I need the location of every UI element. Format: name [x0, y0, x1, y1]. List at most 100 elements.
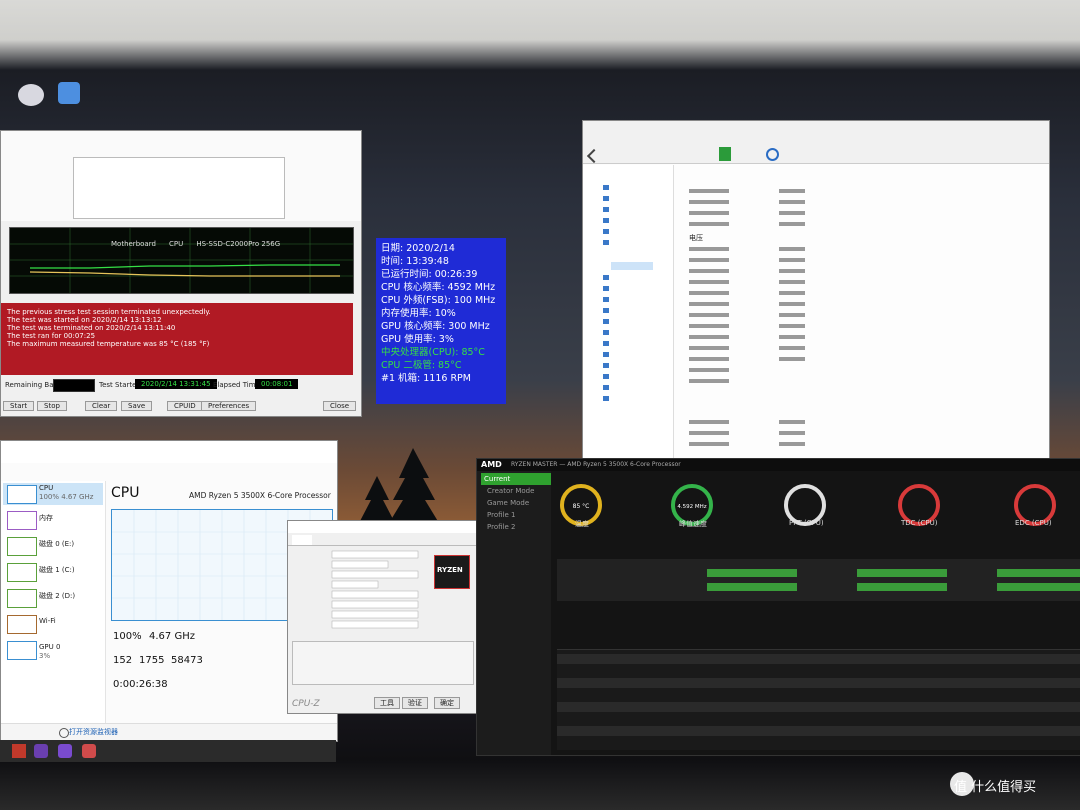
rm-menu-game[interactable]: Game Mode	[487, 499, 529, 507]
ryzen-master-window: AMD RYZEN MASTER — AMD Ryzen 5 3500X 6-C…	[476, 458, 1080, 756]
stress-log: The previous stress test session termina…	[7, 308, 211, 348]
rm-logo: AMD	[481, 460, 502, 469]
rm-gauge-svg: 85 °C 4.592 MHz	[560, 484, 1056, 526]
gauge-tdc-label: TDC (CPU)	[901, 519, 938, 527]
watermark-text: 值 什么值得买	[954, 780, 1037, 795]
preferences-button[interactable]: Preferences	[201, 401, 257, 411]
sensor-overlay: 日期: 2020/2/14 时间: 13:39:48 已运行时间: 00:26:…	[376, 238, 506, 404]
clear-button[interactable]: Clear	[85, 401, 118, 411]
cpuz-tools-button[interactable]: 工具	[374, 697, 400, 709]
cpuid-button[interactable]: CPUID	[167, 401, 203, 411]
ryzen-logo: RYZEN	[434, 555, 470, 589]
cpuz-titlebar	[288, 521, 476, 533]
rm-menu-profile2[interactable]: Profile 2	[487, 523, 515, 531]
rm-menu-profile1[interactable]: Profile 1	[487, 511, 515, 519]
cpuz-window: RYZEN CPU-Z 工具 验证 确定	[287, 520, 477, 714]
save-button[interactable]: Save	[121, 401, 153, 411]
cpuz-validate-button[interactable]: 验证	[402, 697, 428, 709]
ryzen-logo-text: RYZEN	[437, 566, 463, 574]
cpu-threads: 1755	[139, 655, 165, 666]
cpuz-ok-button[interactable]: 确定	[434, 697, 460, 709]
sidebar-cpu-sub: 100% 4.67 GHz	[39, 493, 94, 501]
resource-monitor-link[interactable]: 打开资源监视器	[69, 727, 118, 737]
log-line-4: The test ran for 00:07:25	[7, 332, 96, 340]
stress-legend: Motherboard CPU HS-SSD-C2000Pro 256G	[111, 231, 280, 250]
resource-monitor-icon	[59, 728, 69, 738]
taskbar-app-2[interactable]	[34, 744, 48, 758]
taskmgr-sidebar: CPU 100% 4.67 GHz 内存 磁盘 0 (E:) 磁盘 1 (C:)…	[1, 481, 106, 741]
taskmgr-titlebar	[1, 441, 337, 463]
core-freq-bar-5	[997, 569, 1080, 577]
core-freq-bar-3	[857, 569, 947, 577]
rm-memory-rows	[557, 654, 1080, 736]
disk1-thumb	[7, 563, 37, 582]
overlay-cpu-temp: 中央处理器(CPU): 85°C	[381, 347, 485, 358]
cpuz-footer-logo: CPU-Z	[292, 699, 320, 709]
cpu-processes: 152	[113, 655, 133, 666]
memory-thumb	[7, 511, 37, 530]
rm-menu-current[interactable]: Current	[481, 473, 551, 485]
log-line-3: The test was terminated on 2020/2/14 13:…	[7, 324, 176, 332]
log-line-2: The test was started on 2020/2/14 13:13:…	[7, 316, 162, 324]
sidebar-wifi-label: Wi-Fi	[39, 617, 56, 625]
gauge-ppt-label: PPT (CPU)	[789, 519, 824, 527]
wifi-thumb	[7, 615, 37, 634]
rm-core-section	[557, 559, 1080, 601]
log-line-5: The maximum measured temperature was 85 …	[7, 340, 210, 348]
refresh-icon[interactable]	[719, 147, 731, 161]
gauge-speed-value: 4.592 MHz	[677, 504, 706, 510]
core-freq-bar-4	[857, 583, 947, 591]
sidebar-disk1-label: 磁盘 1 (C:)	[39, 566, 75, 574]
stress-line-cpu	[30, 264, 340, 269]
desktop-icon-2[interactable]	[58, 82, 80, 104]
core-freq-bar-2	[707, 583, 797, 591]
stop-button[interactable]: Stop	[37, 401, 67, 411]
voltage-section-label: 电压	[689, 234, 703, 242]
taskbar-app-1[interactable]	[12, 744, 26, 758]
cpu-thumb	[7, 485, 37, 504]
sidebar-disk0-label: 磁盘 0 (E:)	[39, 540, 75, 548]
sensor-window: 电压	[582, 120, 1050, 460]
cpuz-clocks-panel	[292, 641, 474, 685]
stress-date-box	[73, 157, 285, 219]
legend-cpu: CPU	[169, 240, 184, 248]
overlay-mem-usage: 内存使用率: 10%	[381, 308, 456, 319]
overlay-cpu-clock: CPU 核心频率: 4592 MHz	[381, 282, 496, 293]
rm-menu-creator[interactable]: Creator Mode	[487, 487, 534, 495]
search-icon[interactable]	[766, 148, 779, 161]
disk0-thumb	[7, 537, 37, 556]
close-button[interactable]: Close	[323, 401, 357, 411]
overlay-cpu-diode: CPU 二极管: 85°C	[381, 360, 462, 371]
cpu-speed: 4.67 GHz	[149, 631, 195, 642]
cpu-title: CPU	[111, 485, 140, 501]
overlay-date: 日期: 2020/2/14	[381, 243, 455, 254]
sensor-toolbar	[583, 121, 1049, 164]
cpu-utilization: 100%	[113, 631, 142, 642]
gauge-temp-value: 85 °C	[573, 503, 590, 510]
taskbar-app-3[interactable]	[58, 744, 72, 758]
cpuz-tab-cpu[interactable]	[292, 535, 312, 545]
taskbar	[0, 740, 336, 762]
overlay-fan: #1 机箱: 1116 RPM	[381, 373, 471, 384]
taskbar-app-4[interactable]	[82, 744, 96, 758]
cpuz-tab-bar	[288, 535, 476, 546]
cpu-model: AMD Ryzen 5 3500X 6-Core Processor	[189, 491, 331, 500]
overlay-gpu-clock: GPU 核心频率: 300 MHz	[381, 321, 490, 332]
desktop-icon-1[interactable]	[18, 84, 44, 106]
start-button[interactable]: Start	[3, 401, 35, 411]
gpu-thumb	[7, 641, 37, 660]
sidebar-disk2-label: 磁盘 2 (D:)	[39, 592, 76, 600]
overlay-fsb: CPU 外频(FSB): 100 MHz	[381, 295, 496, 306]
cpuz-fields	[292, 549, 422, 639]
rm-title: RYZEN MASTER — AMD Ryzen 5 3500X 6-Core …	[511, 461, 681, 468]
cpu-uptime: 0:00:26:38	[113, 679, 168, 690]
test-started-value: 2020/2/14 13:31:45	[135, 379, 217, 389]
overlay-uptime: 已运行时间: 00:26:39	[381, 269, 478, 280]
sidebar-gpu-label: GPU 0	[39, 643, 61, 651]
legend-ssd: HS-SSD-C2000Pro 256G	[196, 240, 281, 248]
battery-value-box	[53, 379, 95, 392]
rm-sidebar: Current Creator Mode Game Mode Profile 1…	[477, 471, 551, 755]
disk2-thumb	[7, 589, 37, 608]
sidebar-gpu-sub: 3%	[39, 652, 51, 660]
gauge-speed-label: 峰值速度	[679, 520, 707, 528]
